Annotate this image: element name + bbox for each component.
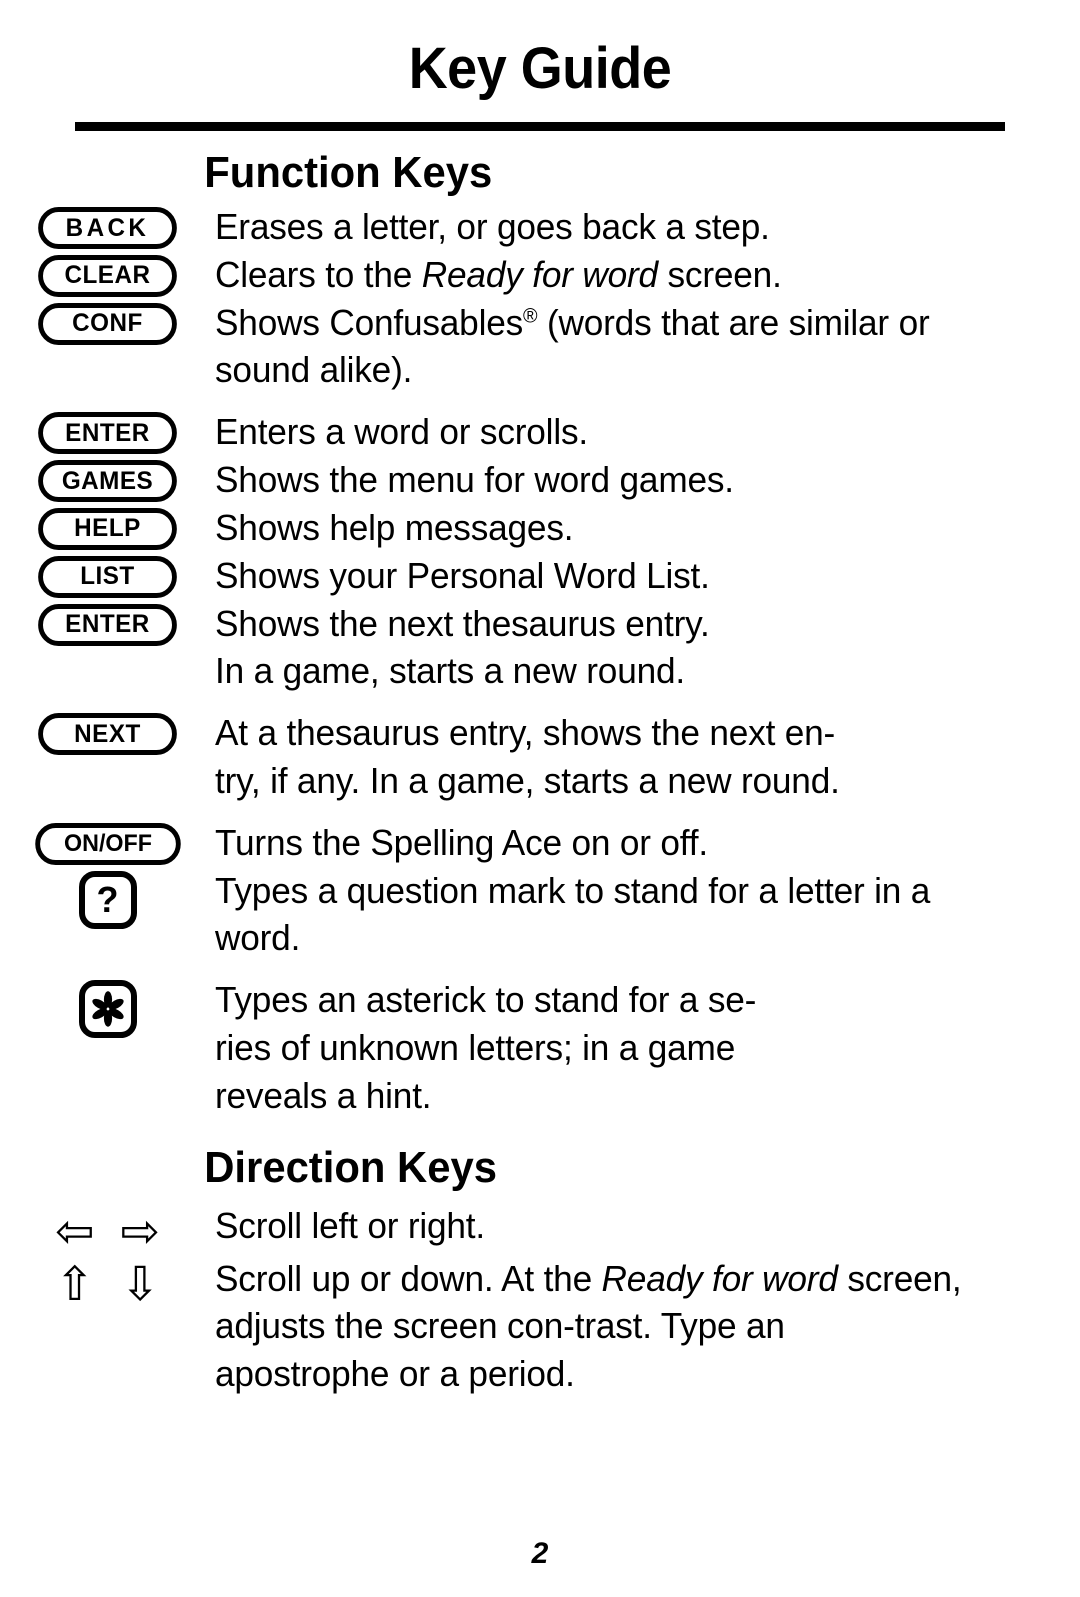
desc-line-1: Shows the next thesaurus entry. (215, 602, 710, 644)
key-description-list: Shows your Personal Word List. (215, 552, 1050, 600)
desc-text: Erases a letter, or goes back a step. (215, 206, 770, 247)
key-button-enter-next-thesaurus[interactable]: ENTER (38, 603, 177, 646)
desc-text: Enters a word or scrolls. (215, 411, 588, 453)
key-row-asterisk: Types an asterick to stand for a se- rie… (0, 976, 1080, 1119)
desc-emphasis-2: word (762, 1257, 838, 1299)
section-heading-function-keys: Function Keys (204, 148, 493, 197)
key-button-games[interactable]: GAMES (38, 460, 177, 503)
asterisk-icon (91, 991, 124, 1027)
section-heading-direction-keys: Direction Keys (204, 1142, 497, 1192)
key-cell: HELP (0, 504, 215, 550)
key-button-on-off[interactable]: ON/OFF (34, 822, 181, 865)
key-guide-page: Key Guide Function Keys BACK Erases a le… (0, 0, 1080, 1597)
desc-space (753, 1258, 763, 1299)
key-cell: CONF (0, 299, 215, 345)
key-row-games: GAMES Shows the menu for word games. (0, 456, 1080, 504)
desc-text: Shows your Personal Word List. (215, 554, 710, 596)
desc-text: Scroll up or down. At the (215, 1257, 602, 1299)
key-description-enter-2: Shows the next thesaurus entry. In a gam… (215, 600, 1050, 696)
key-cell (0, 976, 215, 1039)
key-row-help: HELP Shows help messages. (0, 504, 1080, 552)
arrow-left-icon[interactable]: ⇦ (55, 1208, 94, 1255)
key-cell: LIST (0, 552, 215, 598)
desc-text: Types a question mark to stand for a let… (215, 869, 931, 959)
key-row-back: BACK Erases a letter, or goes back a ste… (0, 203, 1080, 251)
key-button-enter[interactable]: ENTER (38, 412, 177, 455)
key-button-help[interactable]: HELP (38, 507, 177, 550)
key-row-on-off: ON/OFF Turns the Spelling Ace on or off. (0, 819, 1080, 867)
key-row-list: LIST Shows your Personal Word List. (0, 552, 1080, 600)
arrow-right-icon[interactable]: ⇨ (121, 1208, 160, 1255)
key-cell: ⇦ ⇨ (0, 1202, 215, 1255)
key-cell: GAMES (0, 456, 215, 503)
key-button-next[interactable]: NEXT (38, 713, 177, 756)
key-button-question-mark[interactable]: ? (78, 870, 137, 929)
key-row-next: NEXT At a thesaurus entry, shows the nex… (0, 709, 1080, 805)
key-row-left-right: ⇦ ⇨ Scroll left or right. (0, 1202, 1080, 1255)
key-button-asterisk[interactable] (78, 980, 137, 1039)
desc-line-1: Types an asterick to stand for a se- (215, 979, 757, 1021)
arrow-pair-horizontal: ⇦ ⇨ (55, 1206, 160, 1255)
key-cell: ⇧ ⇩ (0, 1255, 215, 1308)
key-description-clear: Clears to the Ready for word screen. (215, 251, 1050, 299)
arrow-pair-vertical: ⇧ ⇩ (55, 1259, 160, 1308)
key-description-up-down: Scroll up or down. At the Ready for word… (215, 1255, 1050, 1398)
key-cell: ? (0, 867, 215, 929)
title-divider (75, 122, 1005, 131)
page-number: 2 (531, 1537, 549, 1570)
desc-text: Shows help messages. (215, 506, 574, 548)
key-button-back[interactable]: BACK (38, 207, 177, 249)
desc-text: Clears to the (215, 253, 422, 295)
key-cell: ENTER (0, 600, 215, 646)
key-row-conf: CONF Shows Confusables® (words that are … (0, 299, 1080, 395)
key-description-enter-1: Enters a word or scrolls. (215, 408, 1050, 456)
key-cell: BACK (0, 203, 215, 249)
desc-line-2: ries of unknown letters; in a game (215, 1027, 736, 1068)
key-description-asterisk: Types an asterick to stand for a se- rie… (215, 976, 1050, 1119)
desc-emphasis: Ready for word (421, 253, 658, 295)
desc-line-2: In a game, starts a new round. (215, 650, 685, 692)
function-keys-list: BACK Erases a letter, or goes back a ste… (0, 203, 1080, 1120)
key-description-games: Shows the menu for word games. (215, 456, 1050, 504)
desc-line-1: At a thesaurus entry, shows the next en- (215, 712, 836, 754)
key-row-enter-1: ENTER Enters a word or scrolls. (0, 408, 1080, 456)
key-description-conf: Shows Confusables® (words that are simil… (215, 299, 1050, 395)
key-description-next: At a thesaurus entry, shows the next en-… (215, 709, 1050, 805)
desc-emphasis-1: Ready for (601, 1257, 753, 1299)
desc-line-3: reveals a hint. (215, 1074, 432, 1116)
key-description-back: Erases a letter, or goes back a step. (215, 203, 1050, 251)
direction-keys-list: ⇦ ⇨ Scroll left or right. ⇧ ⇩ Scroll up … (0, 1202, 1080, 1398)
arrow-up-icon[interactable]: ⇧ (55, 1261, 94, 1308)
desc-text: Shows Confusables (215, 301, 524, 343)
key-button-clear[interactable]: CLEAR (38, 254, 177, 297)
desc-text: Turns the Spelling Ace on or off. (215, 821, 708, 863)
key-cell: NEXT (0, 709, 215, 756)
key-button-conf[interactable]: CONF (38, 302, 177, 345)
page-title: Key Guide (408, 36, 672, 101)
key-cell: ON/OFF (0, 819, 215, 865)
desc-text: Shows the menu for word games. (215, 459, 734, 501)
key-description-on-off: Turns the Spelling Ace on or off. (215, 819, 1050, 867)
desc-line-2: try, if any. In a game, starts a new rou… (215, 759, 840, 801)
key-cell: CLEAR (0, 251, 215, 297)
key-description-question-mark: Types a question mark to stand for a let… (215, 867, 1050, 963)
key-row-clear: CLEAR Clears to the Ready for word scree… (0, 251, 1080, 299)
desc-text-tail: screen. (657, 253, 782, 295)
key-row-up-down: ⇧ ⇩ Scroll up or down. At the Ready for … (0, 1255, 1080, 1398)
arrow-down-icon[interactable]: ⇩ (121, 1261, 160, 1308)
key-row-enter-2: ENTER Shows the next thesaurus entry. In… (0, 600, 1080, 696)
registered-trademark-mark: ® (523, 303, 538, 327)
key-description-left-right: Scroll left or right. (215, 1202, 1050, 1250)
key-row-question-mark: ? Types a question mark to stand for a l… (0, 867, 1080, 963)
key-description-help: Shows help messages. (215, 504, 1050, 552)
key-button-list[interactable]: LIST (38, 555, 177, 598)
key-cell: ENTER (0, 408, 215, 455)
desc-text: Scroll left or right. (215, 1204, 485, 1246)
